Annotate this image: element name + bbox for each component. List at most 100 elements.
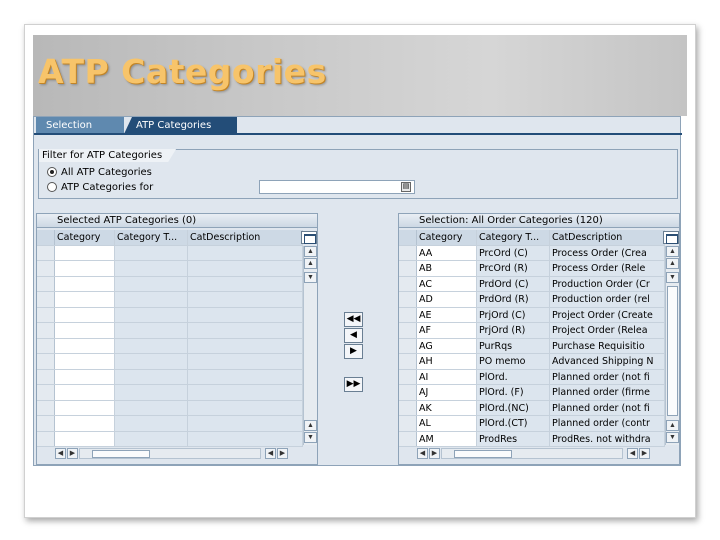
move-left-button[interactable]: ◀	[344, 328, 363, 343]
column-header[interactable]: CatDescription	[188, 230, 303, 245]
row-selector[interactable]	[37, 400, 55, 415]
table-row[interactable]	[37, 276, 303, 292]
row-selector[interactable]	[37, 261, 55, 276]
row-selector[interactable]	[37, 338, 55, 353]
row-selector[interactable]	[399, 323, 417, 338]
row-selector[interactable]	[399, 292, 417, 307]
table-row[interactable]	[37, 354, 303, 370]
move-all-right-button[interactable]: ▶▶	[344, 377, 363, 392]
scroll-track[interactable]	[305, 286, 316, 416]
table-row[interactable]	[37, 400, 303, 416]
row-selector[interactable]	[399, 416, 417, 431]
table-row[interactable]	[37, 385, 303, 401]
table-row[interactable]: AM ProdRes ProdRes. not withdra	[399, 431, 665, 447]
table-row[interactable]: AL PlOrd.(CT) Planned order (contr	[399, 416, 665, 432]
scroll-right-icon[interactable]: ▶	[639, 448, 650, 459]
scroll-up-icon[interactable]: ▲	[304, 420, 317, 431]
table-row[interactable]: AI PlOrd. Planned order (not fi	[399, 369, 665, 385]
select-all-cell[interactable]	[37, 230, 55, 245]
table-row[interactable]	[37, 431, 303, 447]
table-row[interactable]: AG PurRqs Purchase Requisitio	[399, 338, 665, 354]
row-selector[interactable]	[399, 369, 417, 384]
select-all-cell[interactable]	[399, 230, 417, 245]
scroll-left-icon[interactable]: ◀	[627, 448, 638, 459]
row-selector[interactable]	[37, 307, 55, 322]
tab-selection[interactable]: Selection	[36, 117, 124, 134]
row-selector[interactable]	[37, 323, 55, 338]
column-settings-icon[interactable]	[663, 231, 679, 244]
scroll-up-icon[interactable]: ▲	[666, 420, 679, 431]
row-selector[interactable]	[37, 431, 55, 446]
row-selector[interactable]	[399, 338, 417, 353]
radio-all-categories[interactable]: All ATP Categories	[47, 165, 152, 179]
scroll-last-icon[interactable]: ▼	[666, 432, 679, 443]
move-right-button[interactable]: ▶	[344, 344, 363, 359]
radio-off-icon[interactable]	[47, 182, 57, 192]
scroll-down-icon[interactable]: ▼	[304, 272, 317, 283]
row-selector[interactable]	[37, 385, 55, 400]
table-row[interactable]	[37, 416, 303, 432]
table-row[interactable]: AF PrjOrd (R) Project Order (Relea	[399, 323, 665, 339]
scroll-up-icon[interactable]: ▲	[304, 258, 317, 269]
horizontal-scrollbar[interactable]: ◀ ▶ ◀ ▶	[55, 448, 313, 460]
column-header[interactable]: Category	[417, 230, 477, 245]
radio-categories-for[interactable]: ATP Categories for	[47, 180, 153, 194]
table-row[interactable]	[37, 369, 303, 385]
scroll-right-icon[interactable]: ▶	[277, 448, 288, 459]
row-selector[interactable]	[399, 307, 417, 322]
row-selector[interactable]	[399, 276, 417, 291]
scroll-last-icon[interactable]: ▼	[304, 432, 317, 443]
scroll-thumb[interactable]	[667, 286, 678, 416]
row-selector[interactable]	[37, 416, 55, 431]
table-row[interactable]: AA PrcOrd (C) Process Order (Crea	[399, 245, 665, 261]
column-header[interactable]: Category	[55, 230, 115, 245]
table-row[interactable]: AC PrdOrd (C) Production Order (Cr	[399, 276, 665, 292]
horizontal-scrollbar[interactable]: ◀ ▶ ◀ ▶	[417, 448, 675, 460]
scroll-first-icon[interactable]: ▲	[666, 246, 679, 257]
table-row[interactable]: AH PO memo Advanced Shipping N	[399, 354, 665, 370]
scroll-thumb[interactable]	[454, 450, 512, 458]
scroll-first-icon[interactable]: ▲	[304, 246, 317, 257]
vertical-scrollbar[interactable]: ▲ ▲ ▼ ▲ ▼	[303, 246, 317, 445]
column-header[interactable]: Category T...	[115, 230, 188, 245]
scroll-left-icon[interactable]: ◀	[417, 448, 428, 459]
scroll-left-icon[interactable]: ◀	[265, 448, 276, 459]
radio-on-icon[interactable]	[47, 167, 57, 177]
row-selector[interactable]	[399, 385, 417, 400]
table-row[interactable]	[37, 261, 303, 277]
table-row[interactable]: AK PlOrd.(NC) Planned order (not fi	[399, 400, 665, 416]
row-selector[interactable]	[399, 400, 417, 415]
tab-atp-categories[interactable]: ATP Categories	[124, 117, 237, 134]
vertical-scrollbar[interactable]: ▲ ▲ ▼ ▲ ▼	[665, 246, 679, 445]
move-all-left-button[interactable]: ◀◀	[344, 312, 363, 327]
table-row[interactable]: AB PrcOrd (R) Process Order (Rele	[399, 261, 665, 277]
column-settings-icon[interactable]	[301, 231, 317, 244]
row-selector[interactable]	[37, 276, 55, 291]
table-row[interactable]	[37, 292, 303, 308]
row-selector[interactable]	[399, 245, 417, 260]
table-row[interactable]	[37, 245, 303, 261]
scroll-left-icon[interactable]: ◀	[55, 448, 66, 459]
row-selector[interactable]	[37, 369, 55, 384]
table-row[interactable]: AD PrdOrd (R) Production order (rel	[399, 292, 665, 308]
scroll-track[interactable]	[79, 448, 261, 459]
row-selector[interactable]	[399, 354, 417, 369]
table-row[interactable]	[37, 307, 303, 323]
row-selector[interactable]	[37, 292, 55, 307]
table-row[interactable]	[37, 338, 303, 354]
scroll-track[interactable]	[441, 448, 623, 459]
scroll-down-icon[interactable]: ▼	[666, 272, 679, 283]
column-header[interactable]: Category T...	[477, 230, 550, 245]
table-row[interactable]	[37, 323, 303, 339]
row-selector[interactable]	[37, 245, 55, 260]
row-selector[interactable]	[37, 354, 55, 369]
row-selector[interactable]	[399, 261, 417, 276]
scroll-right-icon[interactable]: ▶	[67, 448, 78, 459]
scroll-up-icon[interactable]: ▲	[666, 258, 679, 269]
scroll-right-icon[interactable]: ▶	[429, 448, 440, 459]
column-header[interactable]: CatDescription	[550, 230, 665, 245]
value-help-icon[interactable]: ▤	[401, 182, 411, 192]
table-row[interactable]: AJ PlOrd. (F) Planned order (firme	[399, 385, 665, 401]
table-row[interactable]: AE PrjOrd (C) Project Order (Create	[399, 307, 665, 323]
scroll-thumb[interactable]	[92, 450, 150, 458]
